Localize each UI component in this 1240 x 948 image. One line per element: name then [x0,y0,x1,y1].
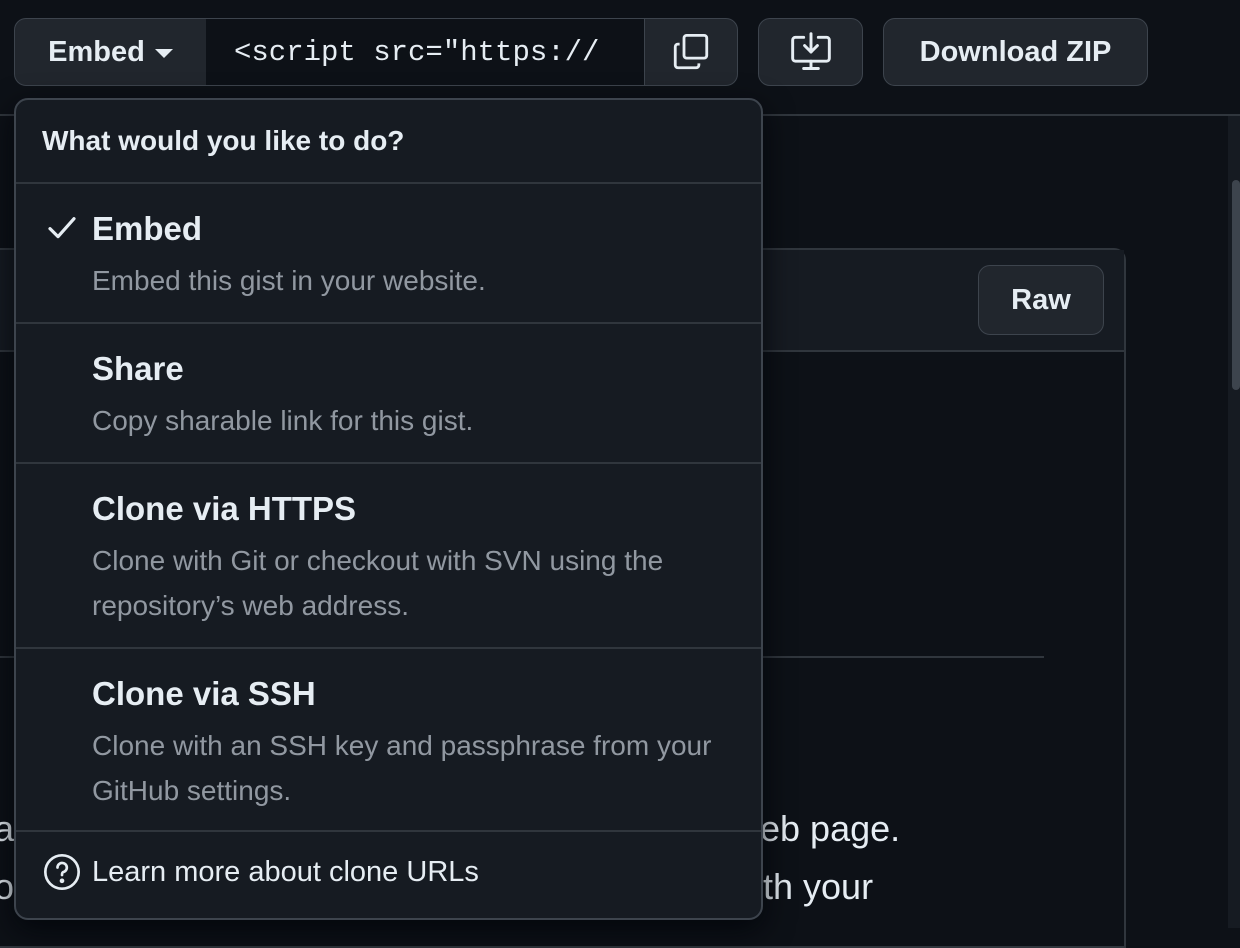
menu-title: What would you like to do? [42,125,405,156]
embed-url-value: <script src="https:// [234,35,600,69]
scrollbar-thumb[interactable] [1232,180,1240,390]
question-icon [44,854,80,890]
menu-item-description: Clone with Git or checkout with SVN usin… [92,545,664,621]
menu-item-title: Share [92,350,184,387]
menu-item-title: Embed [92,210,203,247]
copy-icon [673,33,709,70]
menu-item-description: Embed this gist in your website. [92,265,486,296]
embed-url-input[interactable]: <script src="https:// [206,18,646,86]
menu-item-clone-https[interactable]: Clone via HTTPS Clone with Git or checko… [16,464,761,649]
menu-item-description: Clone with an SSH key and passphrase fro… [92,730,712,806]
menu-item-embed[interactable]: Embed Embed this gist in your website. [16,184,761,324]
caret-down-icon [154,49,173,58]
menu-item-clone-ssh[interactable]: Clone via SSH Clone with an SSH key and … [16,649,761,832]
embed-button-label: Embed [48,35,145,68]
download-zip-button[interactable]: Download ZIP [883,18,1148,86]
copy-button[interactable] [644,18,738,86]
open-in-desktop-button[interactable] [758,18,863,86]
menu-item-share[interactable]: Share Copy sharable link for this gist. [16,324,761,464]
file-text-fragment: a [0,808,15,849]
desktop-download-icon [790,32,831,70]
file-text-fragment: th your [763,866,874,907]
embed-dropdown-button[interactable]: Embed [14,18,207,86]
download-zip-label: Download ZIP [919,35,1112,68]
learn-more-link[interactable]: Learn more about clone URLs [16,832,761,918]
menu-header: What would you like to do? [16,100,761,184]
file-text-fragment: o [0,866,15,907]
menu-item-description: Copy sharable link for this gist. [92,405,474,436]
check-icon [48,217,76,239]
learn-more-label: Learn more about clone URLs [92,856,479,888]
menu-item-title: Clone via SSH [92,675,316,712]
menu-item-title: Clone via HTTPS [92,490,357,527]
embed-options-menu: What would you like to do? Embed Embed t… [14,98,763,920]
raw-label: Raw [1011,283,1071,316]
raw-button[interactable]: Raw [978,265,1104,335]
file-text-fragment: eb page. [760,808,901,849]
